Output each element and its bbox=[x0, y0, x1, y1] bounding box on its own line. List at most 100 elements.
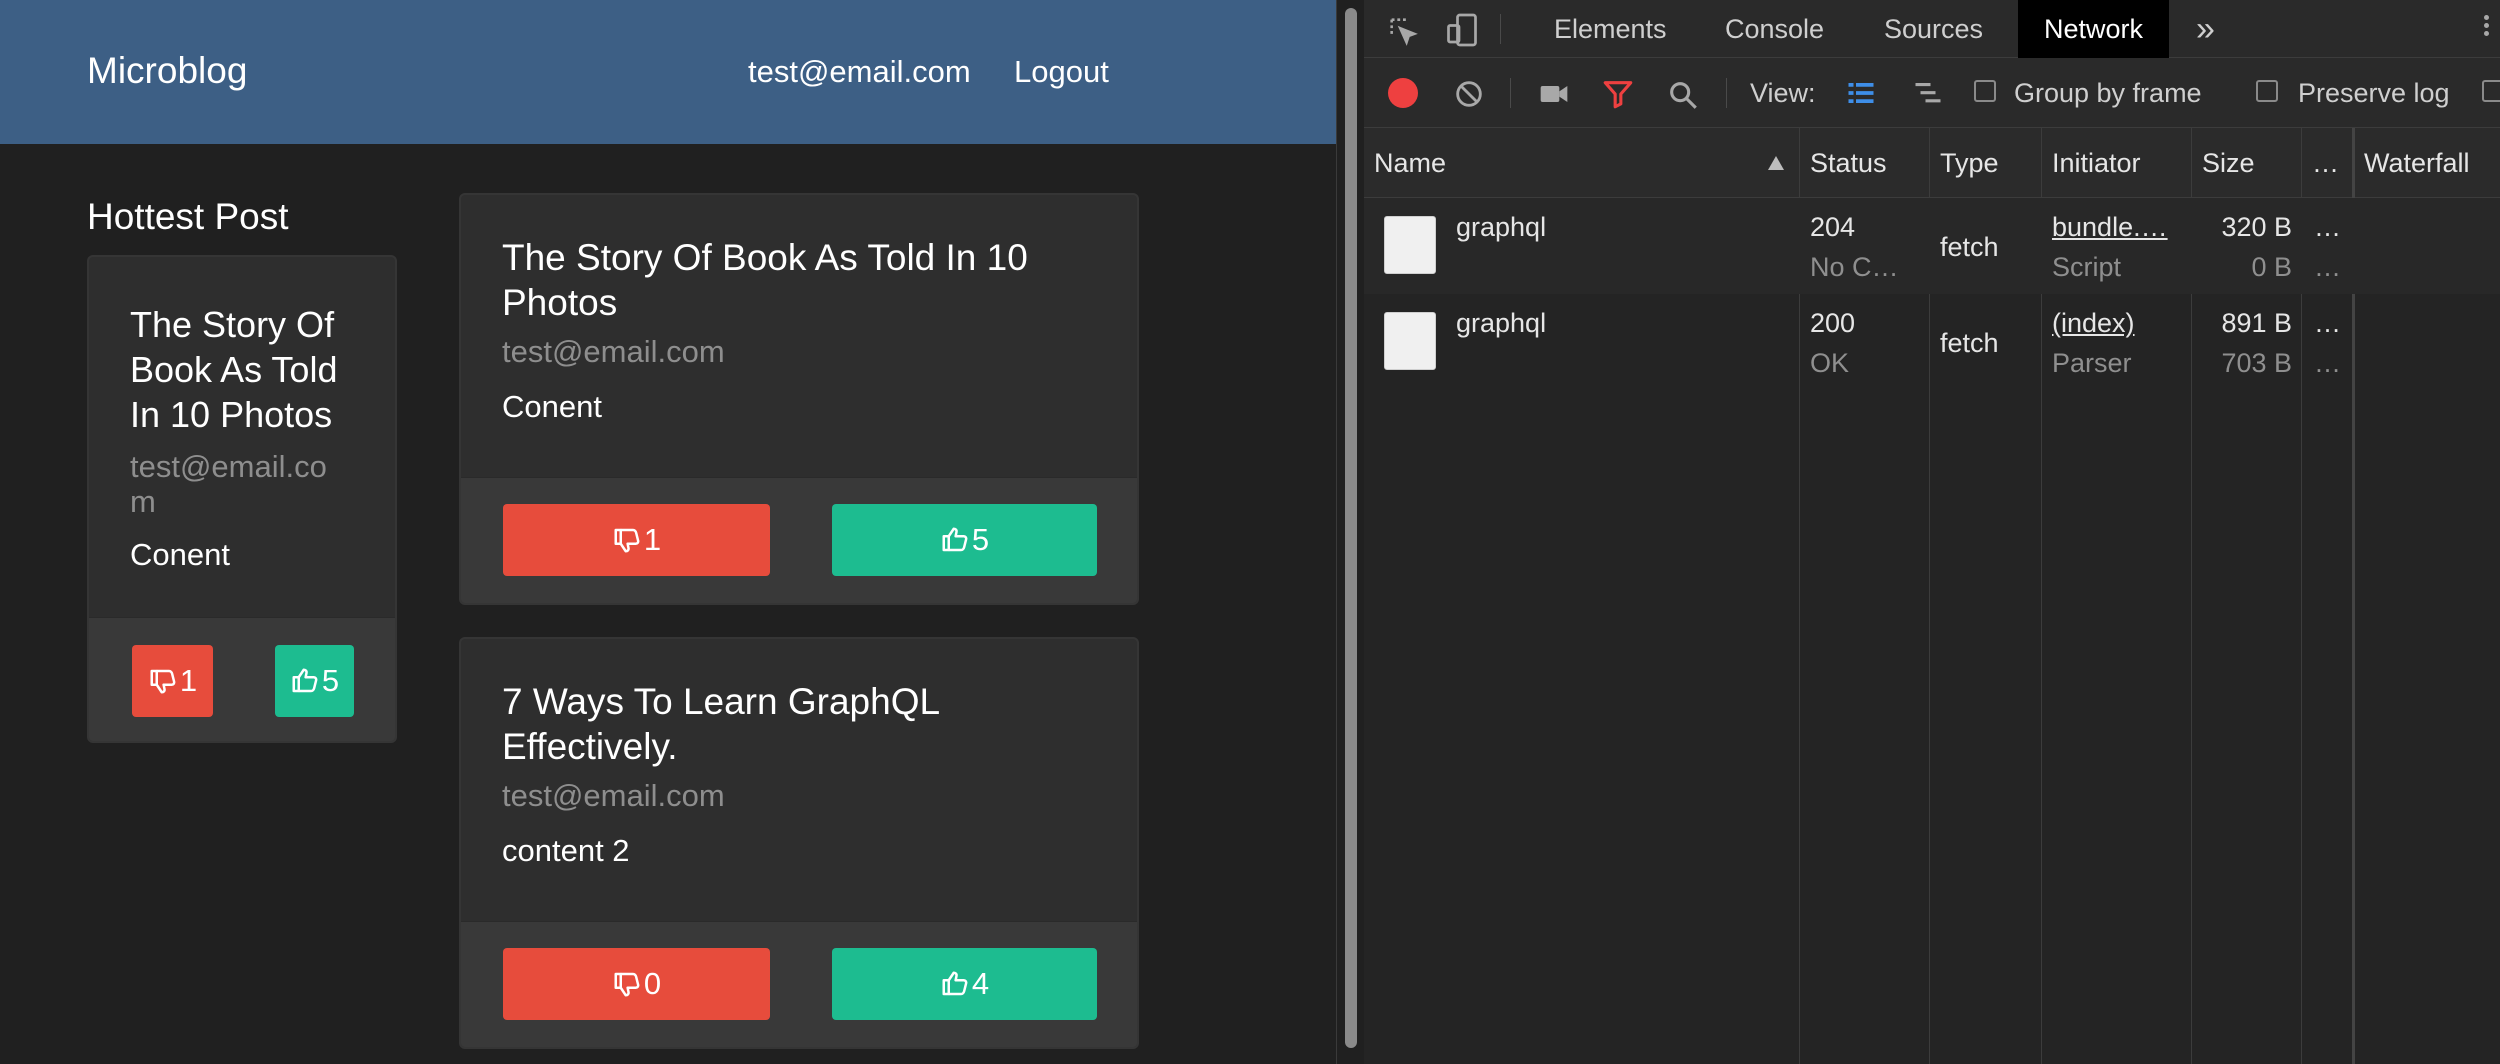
post-content: Conent bbox=[502, 389, 602, 424]
post-title-line: Photos bbox=[502, 282, 618, 323]
list-view-icon[interactable] bbox=[1844, 78, 1878, 108]
request-name[interactable]: graphql bbox=[1456, 308, 1546, 339]
search-icon[interactable] bbox=[1666, 78, 1700, 112]
post-title-line: 7 Ways To Learn GraphQL bbox=[502, 681, 941, 722]
request-type: fetch bbox=[1940, 328, 1999, 358]
request-status: 200 bbox=[1810, 308, 1856, 338]
upvote-count: 5 bbox=[321, 663, 340, 698]
table-row[interactable]: graphql 200 OK fetch (index) Parser 891 … bbox=[1364, 294, 2500, 390]
post-title-line: The Story Of Book As Told In 10 bbox=[502, 237, 1028, 278]
request-resource-size: 0 B bbox=[2251, 252, 2292, 282]
downvote-count: 1 bbox=[643, 522, 662, 557]
request-size: 320 B bbox=[2221, 212, 2292, 242]
column-initiator[interactable]: Initiator bbox=[2042, 128, 2141, 198]
tab-console[interactable]: Console bbox=[1725, 0, 1824, 58]
toolbar-divider bbox=[1510, 78, 1511, 108]
downvote-count: 1 bbox=[179, 663, 198, 698]
request-more: … bbox=[2314, 212, 2341, 242]
downvote-button[interactable]: 0 bbox=[503, 948, 770, 1020]
network-toolbar: View: Group by frame Preserve log bbox=[1364, 58, 2500, 128]
waterfall-view-icon[interactable] bbox=[1910, 78, 1946, 108]
logout-link[interactable]: Logout bbox=[1014, 54, 1109, 90]
downvote-count: 0 bbox=[643, 966, 662, 1001]
upvote-button[interactable]: 5 bbox=[832, 504, 1097, 576]
more-tabs-button[interactable]: » bbox=[2196, 0, 2215, 58]
tab-elements[interactable]: Elements bbox=[1554, 0, 1667, 58]
post-author: test@email.com bbox=[502, 778, 725, 813]
scrollbar-thumb[interactable] bbox=[1345, 8, 1357, 1048]
upvote-button[interactable]: 5 bbox=[275, 645, 354, 717]
preserve-log-checkbox[interactable] bbox=[2256, 80, 2278, 102]
column-waterfall[interactable]: Waterfall bbox=[2354, 128, 2470, 198]
user-email[interactable]: test@email.com bbox=[748, 54, 971, 90]
devtools-tabbar: Elements Console Sources Network » bbox=[1364, 0, 2500, 58]
navbar: Microblog test@email.com Logout bbox=[0, 0, 1336, 144]
request-name[interactable]: graphql bbox=[1456, 212, 1546, 243]
column-type[interactable]: Type bbox=[1930, 128, 1999, 198]
hottest-post-heading: Hottest Post bbox=[87, 196, 289, 237]
hottest-post-card: The Story Of Book As Told In 10 Photos t… bbox=[87, 255, 397, 743]
page-scrollbar[interactable] bbox=[1336, 0, 1364, 1064]
upvote-button[interactable]: 4 bbox=[832, 948, 1097, 1020]
table-row[interactable]: graphql 204 No C… fetch bundle.… Script … bbox=[1364, 198, 2500, 294]
thumbs-down-icon bbox=[614, 528, 640, 553]
request-status-text: No C… bbox=[1810, 252, 1899, 282]
inspect-icon[interactable] bbox=[1386, 14, 1420, 48]
request-more: … bbox=[2314, 308, 2341, 338]
preserve-log-label: Preserve log bbox=[2298, 78, 2450, 108]
record-icon[interactable] bbox=[1388, 78, 1418, 108]
post-card: The Story Of Book As Told In 10 Photos t… bbox=[459, 193, 1139, 605]
column-status[interactable]: Status bbox=[1800, 128, 1887, 198]
thumbs-up-icon bbox=[942, 971, 968, 996]
post-content: content 2 bbox=[502, 833, 630, 868]
post-title[interactable]: The Story Of Book As Told In 10 Photos bbox=[130, 302, 354, 437]
upvote-count: 4 bbox=[971, 966, 990, 1001]
post-author-line: test@email.co bbox=[130, 449, 327, 484]
post-title[interactable]: The Story Of Book As Told In 10 Photos bbox=[502, 235, 1096, 325]
post-author-line: m bbox=[130, 484, 156, 519]
thumbs-down-icon bbox=[614, 972, 640, 997]
post-title[interactable]: 7 Ways To Learn GraphQL Effectively. bbox=[502, 679, 1096, 769]
column-more[interactable]: … bbox=[2302, 128, 2339, 198]
kebab-menu-icon[interactable] bbox=[2482, 12, 2490, 46]
request-initiator-link[interactable]: (index) bbox=[2052, 308, 2135, 339]
downvote-button[interactable]: 1 bbox=[503, 504, 770, 576]
tab-network[interactable]: Network bbox=[2018, 0, 2170, 58]
request-size: 891 B bbox=[2221, 308, 2292, 338]
post-actions: 1 5 bbox=[89, 617, 395, 741]
toolbar-divider bbox=[1726, 78, 1727, 108]
view-label: View: bbox=[1750, 78, 1816, 108]
post-actions: 1 5 bbox=[461, 477, 1137, 603]
request-initiator-link[interactable]: bundle.… bbox=[2052, 212, 2168, 243]
post-author: test@email.co m bbox=[130, 449, 354, 519]
request-more: … bbox=[2314, 252, 2341, 282]
tab-sources[interactable]: Sources bbox=[1884, 0, 1983, 58]
device-toolbar-icon[interactable] bbox=[1444, 12, 1480, 48]
devtools-panel: Elements Console Sources Network » View:… bbox=[1364, 0, 2500, 1064]
group-by-frame-label: Group by frame bbox=[2014, 78, 2202, 108]
group-by-frame-checkbox[interactable] bbox=[1974, 80, 1996, 102]
brand-link[interactable]: Microblog bbox=[87, 50, 247, 92]
filter-icon[interactable] bbox=[1600, 77, 1636, 111]
thumbs-up-icon bbox=[942, 527, 968, 552]
request-more: … bbox=[2314, 348, 2341, 378]
column-name[interactable]: Name bbox=[1364, 128, 1446, 198]
document-icon bbox=[1384, 216, 1436, 274]
post-card: 7 Ways To Learn GraphQL Effectively. tes… bbox=[459, 637, 1139, 1049]
microblog-app: Microblog test@email.com Logout Hottest … bbox=[0, 0, 1336, 1064]
column-size[interactable]: Size bbox=[2192, 128, 2255, 198]
clear-icon[interactable] bbox=[1452, 77, 1486, 111]
table-header: Name Status Type Initiator Size … Waterf… bbox=[1364, 128, 2500, 198]
toolbar-divider bbox=[1500, 14, 1501, 44]
thumbs-down-icon bbox=[150, 669, 176, 694]
disable-cache-checkbox[interactable] bbox=[2482, 80, 2500, 102]
downvote-button[interactable]: 1 bbox=[132, 645, 213, 717]
sort-asc-icon bbox=[1768, 156, 1784, 170]
post-content: Conent bbox=[130, 537, 230, 572]
request-type: fetch bbox=[1940, 232, 1999, 262]
network-request-table: Name Status Type Initiator Size … Waterf… bbox=[1364, 128, 2500, 1064]
request-status-text: OK bbox=[1810, 348, 1850, 378]
screenshot-icon[interactable] bbox=[1536, 78, 1572, 110]
thumbs-up-icon bbox=[292, 668, 318, 693]
upvote-count: 5 bbox=[971, 522, 990, 557]
